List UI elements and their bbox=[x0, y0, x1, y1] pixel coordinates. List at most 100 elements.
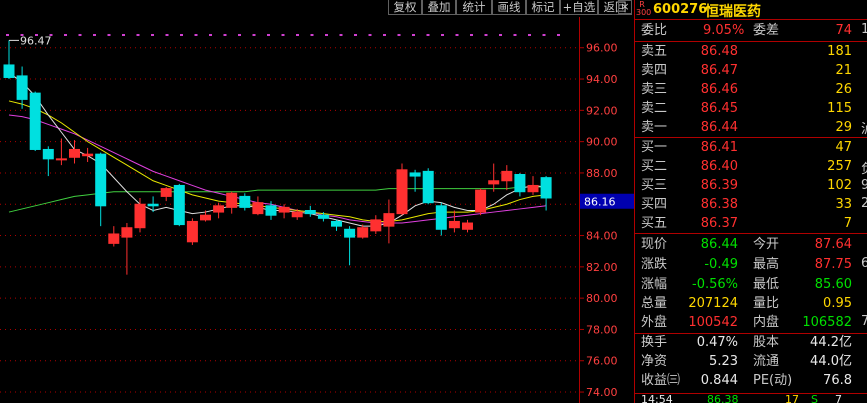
commission-row: 委比 9.05% 委差 74 bbox=[641, 23, 852, 38]
candle-body bbox=[448, 220, 460, 229]
ask-row[interactable]: 卖四 86.47 21 bbox=[635, 62, 867, 80]
signal-dot bbox=[238, 34, 241, 36]
candle-body bbox=[121, 227, 133, 238]
exchange-badge: R 300 bbox=[636, 0, 652, 17]
fund-row-turnover: 换手 0.47% 股本 44.2亿 bbox=[641, 335, 852, 350]
ask-row[interactable]: 卖一 86.44 29 bbox=[635, 119, 867, 137]
y-tick-label: 92.00 bbox=[586, 104, 618, 117]
candle-body bbox=[82, 153, 94, 157]
candle-body bbox=[160, 188, 172, 197]
candle-body bbox=[501, 170, 513, 182]
candle-body bbox=[317, 214, 329, 219]
signal-dot bbox=[325, 34, 328, 36]
ask-row[interactable]: 卖五 86.48 181 bbox=[635, 43, 867, 61]
signal-dot bbox=[557, 34, 560, 36]
y-tick-label: 94.00 bbox=[586, 73, 618, 86]
bid-label: 买二 bbox=[641, 159, 668, 174]
ask-row[interactable]: 卖三 86.46 26 bbox=[635, 81, 867, 99]
signal-dot bbox=[180, 34, 183, 36]
signal-dot bbox=[397, 34, 401, 36]
bid-row[interactable]: 买四 86.38 33 bbox=[635, 196, 867, 214]
signal-dot bbox=[412, 34, 415, 36]
y-tick-label: 84.00 bbox=[586, 230, 618, 243]
quote-row-volume: 总量 207124 量比 0.95 bbox=[641, 296, 852, 311]
candle-body bbox=[331, 220, 342, 227]
bid-row[interactable]: 买一 86.41 47 bbox=[635, 139, 867, 157]
quote-panel: R 300 600276 恒瑞医药 委比 9.05% 委差 74 卖五 86.48 1… bbox=[634, 0, 867, 403]
draw-line-button[interactable]: 画线 bbox=[492, 0, 526, 15]
kline-svg[interactable]: 96.0094.0092.0090.0088.0086.0084.0082.00… bbox=[0, 0, 634, 403]
ask-price: 86.47 bbox=[700, 63, 738, 78]
candle-body bbox=[370, 219, 382, 232]
signal-dot bbox=[339, 34, 343, 36]
candle-body bbox=[239, 195, 251, 208]
signal-dot bbox=[441, 34, 444, 36]
quote-row-pct: 涨幅 -0.56% 最低 85.60 bbox=[641, 277, 852, 292]
add-watchlist-button[interactable]: +自选 bbox=[560, 0, 598, 15]
candle-body bbox=[422, 170, 434, 204]
signal-dot bbox=[542, 34, 546, 36]
signal-dot bbox=[194, 34, 198, 36]
ask-label: 卖一 bbox=[641, 120, 668, 135]
candle-body bbox=[226, 192, 238, 208]
candle-body bbox=[344, 228, 356, 238]
ask-price: 86.46 bbox=[700, 82, 738, 97]
ask-row[interactable]: 卖二 86.45 115 bbox=[635, 100, 867, 118]
high-marker-label: 96.47 bbox=[20, 34, 52, 47]
candle-body bbox=[383, 213, 395, 227]
y-tick-label: 76.00 bbox=[586, 355, 618, 368]
y-tick-label: 80.00 bbox=[586, 292, 618, 305]
bid-volume: 257 bbox=[827, 159, 852, 174]
stock-header: R 300 600276 恒瑞医药 bbox=[635, 0, 867, 20]
bid-volume: 47 bbox=[835, 140, 852, 155]
ma-line-yellow bbox=[8, 100, 547, 222]
candle-body bbox=[186, 220, 198, 243]
candle-body bbox=[278, 206, 290, 213]
y-tick-label: 74.00 bbox=[586, 386, 618, 399]
signal-dot bbox=[93, 34, 96, 36]
bid-price: 86.40 bbox=[700, 159, 738, 174]
bid-row[interactable]: 买二 86.40 257 bbox=[635, 158, 867, 176]
clipped-glyph: 6 bbox=[861, 256, 867, 271]
stock-name: 恒瑞医药 bbox=[705, 4, 761, 20]
signal-dot bbox=[151, 34, 154, 36]
signal-dot bbox=[252, 34, 256, 36]
close-icon[interactable]: × bbox=[618, 0, 632, 14]
signal-dot bbox=[513, 34, 517, 36]
signal-dot bbox=[426, 34, 430, 36]
ask-label: 卖三 bbox=[641, 82, 668, 97]
candle-body bbox=[55, 158, 67, 161]
fuquan-button[interactable]: 复权 bbox=[388, 0, 422, 15]
signal-dot bbox=[484, 34, 488, 36]
statistics-button[interactable]: 统计 bbox=[456, 0, 492, 15]
ask-label: 卖二 bbox=[641, 101, 668, 116]
candle-body bbox=[540, 177, 552, 199]
signal-dot bbox=[368, 34, 372, 36]
ask-price: 86.48 bbox=[700, 44, 738, 59]
candle-body bbox=[435, 205, 447, 230]
y-tick-label: 88.00 bbox=[586, 167, 618, 180]
overlay-button[interactable]: 叠加 bbox=[422, 0, 456, 15]
signal-dot bbox=[499, 34, 502, 36]
candle-body bbox=[475, 189, 487, 213]
chart-toolbar: 复权 叠加 统计 画线 标记 +自选 返回 bbox=[0, 0, 634, 17]
signal-dot bbox=[136, 34, 140, 36]
candle-body bbox=[357, 227, 369, 238]
bid-volume: 7 bbox=[843, 216, 852, 231]
candle-body bbox=[265, 205, 277, 216]
mark-button[interactable]: 标记 bbox=[526, 0, 560, 15]
bid-row[interactable]: 买五 86.37 7 bbox=[635, 215, 867, 233]
ask-volume: 29 bbox=[835, 120, 852, 135]
candle-body bbox=[213, 205, 225, 213]
candle-body bbox=[134, 203, 146, 229]
kline-chart[interactable]: 96.0094.0092.0090.0088.0086.0084.0082.00… bbox=[0, 0, 634, 403]
clipped-glyph: 9 bbox=[861, 178, 867, 193]
ma-line-white bbox=[8, 72, 547, 227]
candle-body bbox=[108, 233, 120, 244]
ask-price: 86.44 bbox=[700, 120, 738, 135]
tick-row: 14:54 86.38 17 S 7 bbox=[641, 393, 842, 403]
bid-row[interactable]: 买三 86.39 102 bbox=[635, 177, 867, 195]
bid-volume: 33 bbox=[835, 197, 852, 212]
candle-body bbox=[29, 92, 41, 150]
fund-row-nav: 净资 5.23 流通 44.0亿 bbox=[641, 354, 852, 369]
